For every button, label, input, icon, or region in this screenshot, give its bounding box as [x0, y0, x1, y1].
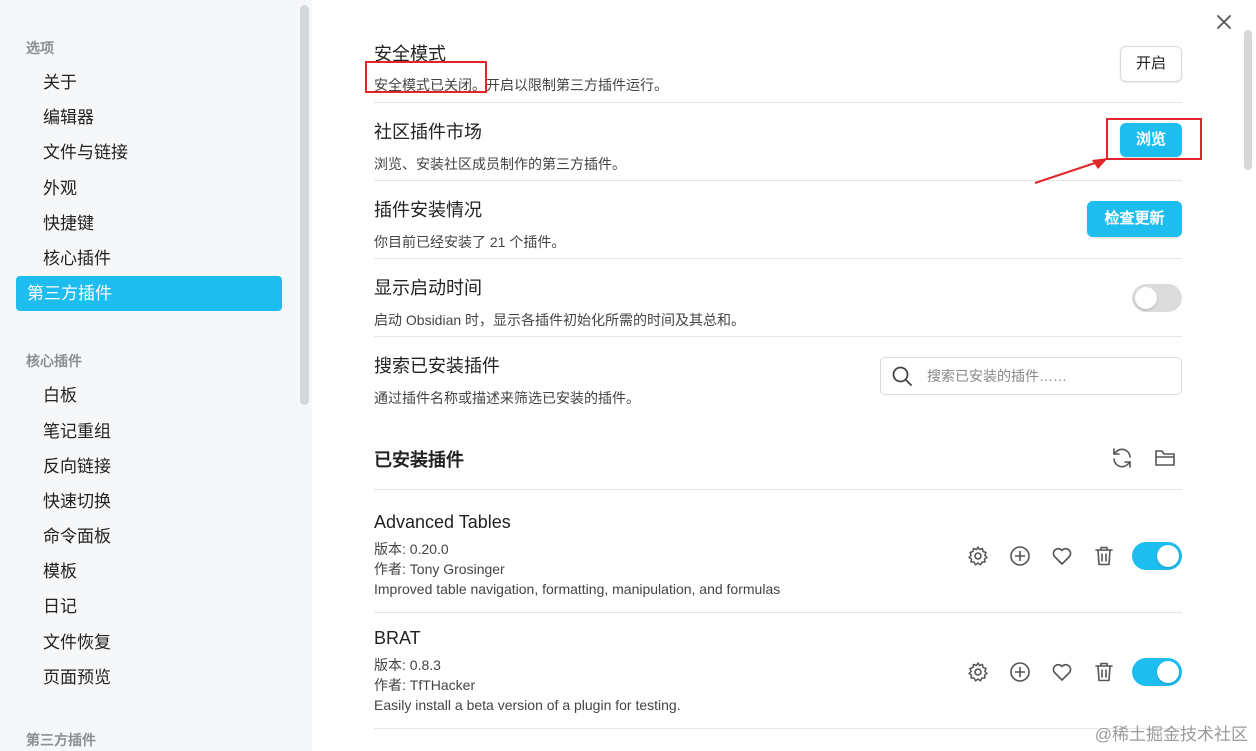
plugin-description: Easily install a beta version of a plugi…: [374, 697, 681, 713]
gear-icon[interactable]: [966, 544, 990, 568]
sidebar-item-templates[interactable]: 模板: [16, 554, 282, 589]
sidebar-item-community-plugins[interactable]: 第三方插件: [16, 276, 282, 312]
toggle-knob: [1157, 545, 1179, 567]
heart-icon[interactable]: [1050, 660, 1074, 684]
annotation-box-browse: [1106, 118, 1202, 160]
sidebar-item-quick-switcher[interactable]: 快速切换: [16, 484, 282, 519]
refresh-icon[interactable]: [1110, 446, 1134, 470]
sidebar-item-about[interactable]: 关于: [16, 65, 282, 100]
sidebar-item-note-composer[interactable]: 笔记重组: [16, 414, 282, 449]
plus-circle-icon[interactable]: [1008, 544, 1032, 568]
toggle-knob: [1135, 287, 1157, 309]
plugin-enable-toggle[interactable]: [1132, 658, 1182, 686]
plus-circle-icon[interactable]: [1008, 660, 1032, 684]
search-icon: [892, 366, 912, 386]
sidebar-item-core-plugins[interactable]: 核心插件: [16, 241, 282, 276]
trash-icon[interactable]: [1092, 544, 1116, 568]
plugin-name: BRAT: [374, 628, 421, 648]
safe-mode-toggle-button[interactable]: 开启: [1120, 46, 1182, 82]
close-icon[interactable]: [1214, 13, 1234, 33]
setting-plugin-install: 插件安装情况 你目前已经安装了 21 个插件。 检查更新: [374, 196, 1182, 259]
sidebar-section-core: 核心插件: [26, 353, 82, 370]
sidebar-item-page-preview[interactable]: 页面预览: [16, 660, 282, 695]
plugin-name: Advanced Tables: [374, 512, 511, 532]
search-plugins-input[interactable]: [925, 358, 1169, 394]
community-market-title: 社区插件市场: [374, 122, 482, 142]
content-scrollbar-thumb[interactable]: [1244, 30, 1252, 170]
sidebar-item-files-links[interactable]: 文件与链接: [16, 135, 282, 170]
installed-plugins-header: 已安装插件: [374, 446, 1182, 490]
setting-search-plugins: 搜索已安装插件 通过插件名称或描述来筛选已安装的插件。: [374, 352, 1182, 414]
startup-time-toggle[interactable]: [1132, 284, 1182, 312]
sidebar-item-appearance[interactable]: 外观: [16, 171, 282, 206]
sidebar-item-daily-notes[interactable]: 日记: [16, 589, 282, 624]
installed-plugins-heading: 已安装插件: [374, 450, 464, 470]
trash-icon[interactable]: [1092, 660, 1116, 684]
watermark: @稀土掘金技术社区: [1094, 725, 1248, 744]
plugin-description: Improved table navigation, formatting, m…: [374, 581, 781, 597]
sidebar-item-backlinks[interactable]: 反向链接: [16, 449, 282, 484]
setting-safe-mode: 安全模式 安全模式已关闭。开启以限制第三方插件运行。 开启: [374, 40, 1182, 103]
plugin-actions: [966, 542, 1182, 570]
search-plugins-box: [880, 357, 1182, 395]
sidebar-item-canvas[interactable]: 白板: [16, 378, 282, 413]
settings-sidebar: 选项 关于 编辑器 文件与链接 外观 快捷键 核心插件 第三方插件 核心插件 白…: [0, 0, 300, 751]
sidebar-item-editor[interactable]: 编辑器: [16, 100, 282, 135]
annotation-arrow-icon: [1034, 158, 1108, 184]
sidebar-section-options: 选项: [26, 40, 54, 56]
safe-mode-title: 安全模式: [374, 44, 446, 64]
sidebar-item-file-recovery[interactable]: 文件恢复: [16, 625, 282, 660]
plugin-install-title: 插件安装情况: [374, 200, 482, 220]
sidebar-item-command-palette[interactable]: 命令面板: [16, 519, 282, 554]
sidebar-scrollbar-thumb[interactable]: [300, 5, 309, 405]
settings-content: 安全模式 安全模式已关闭。开启以限制第三方插件运行。 开启 社区插件市场 浏览、…: [312, 0, 1256, 751]
annotation-box-safe-mode: [365, 61, 487, 93]
plugin-actions: [966, 658, 1182, 686]
sidebar-section-third-party: 第三方插件: [26, 732, 96, 748]
gear-icon[interactable]: [966, 660, 990, 684]
toggle-knob: [1157, 661, 1179, 683]
sidebar-item-hotkeys[interactable]: 快捷键: [16, 206, 282, 241]
plugin-item-brat: BRAT 版本: 0.8.3 作者: TfTHacker Easily inst…: [374, 628, 1182, 729]
startup-time-desc: 启动 Obsidian 时，显示各插件初始化所需的时间及其总和。: [374, 312, 746, 328]
startup-time-title: 显示启动时间: [374, 278, 482, 298]
heart-icon[interactable]: [1050, 544, 1074, 568]
safe-mode-desc-rest: 。开启以限制第三方插件运行。: [472, 77, 668, 93]
setting-startup-time: 显示启动时间 启动 Obsidian 时，显示各插件初始化所需的时间及其总和。: [374, 274, 1182, 337]
folder-icon[interactable]: [1153, 446, 1177, 470]
plugin-item-advanced-tables: Advanced Tables 版本: 0.20.0 作者: Tony Gros…: [374, 512, 1182, 613]
plugin-enable-toggle[interactable]: [1132, 542, 1182, 570]
check-updates-button[interactable]: 检查更新: [1087, 201, 1182, 237]
safe-mode-desc: 安全模式已关闭。开启以限制第三方插件运行。: [374, 75, 1182, 95]
plugin-install-desc: 你目前已经安装了 21 个插件。: [374, 234, 566, 250]
